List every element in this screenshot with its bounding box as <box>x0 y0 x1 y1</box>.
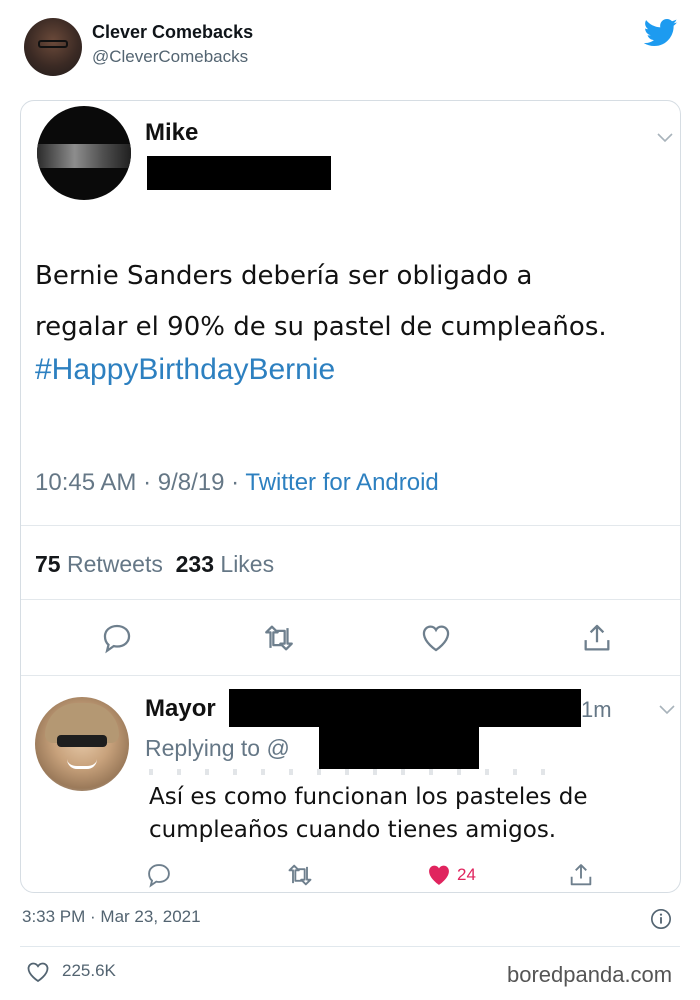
reply-like-count: 24 <box>457 865 476 884</box>
redaction-bar <box>319 727 479 769</box>
faded-text-artifact <box>149 769 569 775</box>
tweet-author-avatar <box>37 106 131 200</box>
watermark: boredpanda.com <box>507 962 673 987</box>
info-icon[interactable] <box>650 908 672 930</box>
heart-icon <box>429 865 449 885</box>
heart-icon[interactable] <box>26 961 50 983</box>
tweet-author-name: Mike <box>145 119 199 146</box>
reply-icon <box>103 624 131 654</box>
author-avatar[interactable] <box>24 18 82 76</box>
retweets-count: 75 <box>35 551 61 577</box>
reply-text-line: Así es como funcionan los pasteles de <box>149 784 588 810</box>
divider <box>21 599 680 600</box>
tweet-source: Twitter for Android <box>245 469 439 496</box>
tweet-screenshot: Mike Bernie Sanders debería ser obligado… <box>20 100 681 893</box>
redaction-bar <box>147 156 331 190</box>
tweet-time-date: 10:45 AM · 9/8/19 · <box>35 469 246 496</box>
share-icon <box>570 864 592 886</box>
likes-count: 233 <box>175 551 215 577</box>
tweet-text-line: regalar el 90% de su pastel de cumpleaño… <box>35 312 607 342</box>
author-handle[interactable]: @CleverComebacks <box>92 47 248 67</box>
like-count[interactable]: 225.6K <box>62 961 116 981</box>
chevron-down-icon <box>657 133 673 143</box>
replying-to: Replying to @ <box>145 735 290 761</box>
divider <box>21 675 680 676</box>
tweet-meta: 10:45 AM · 9/8/19 · Twitter for Android <box>35 469 439 497</box>
reply-icon <box>148 864 170 888</box>
reply-author-avatar <box>35 697 129 791</box>
share-icon <box>584 624 610 651</box>
retweet-icon <box>288 864 312 886</box>
reply-actions: 24 <box>21 861 680 892</box>
retweet-icon <box>265 625 293 651</box>
tweet-actions <box>21 621 680 661</box>
likes-label: Likes <box>220 551 275 577</box>
embed-header: Clever Comebacks @CleverComebacks <box>0 0 700 90</box>
retweets-label: Retweets <box>66 551 163 577</box>
reply-author-name: Mayor <box>145 695 216 722</box>
divider <box>21 525 680 526</box>
tweet-stats: 75 Retweets 233 Likes <box>35 551 274 578</box>
reply-text: Así es como funcionan los pasteles de cu… <box>149 781 669 847</box>
post-timestamp[interactable]: 3:33 PM · Mar 23, 2021 <box>22 907 201 927</box>
chevron-down-icon <box>659 705 675 715</box>
twitter-bird-icon[interactable] <box>644 18 678 48</box>
tweet-text-line: Bernie Sanders debería ser obligado a <box>35 261 533 291</box>
hashtag-link: #HappyBirthdayBernie <box>35 353 336 386</box>
heart-icon <box>422 625 450 652</box>
author-name[interactable]: Clever Comebacks <box>92 22 253 43</box>
reply-text-line: cumpleaños cuando tienes amigos. <box>149 817 557 843</box>
tweet-text: Bernie Sanders debería ser obligado a re… <box>35 251 675 353</box>
reply-time: 1m <box>581 697 612 722</box>
divider <box>20 946 680 947</box>
redaction-bar <box>229 689 581 727</box>
